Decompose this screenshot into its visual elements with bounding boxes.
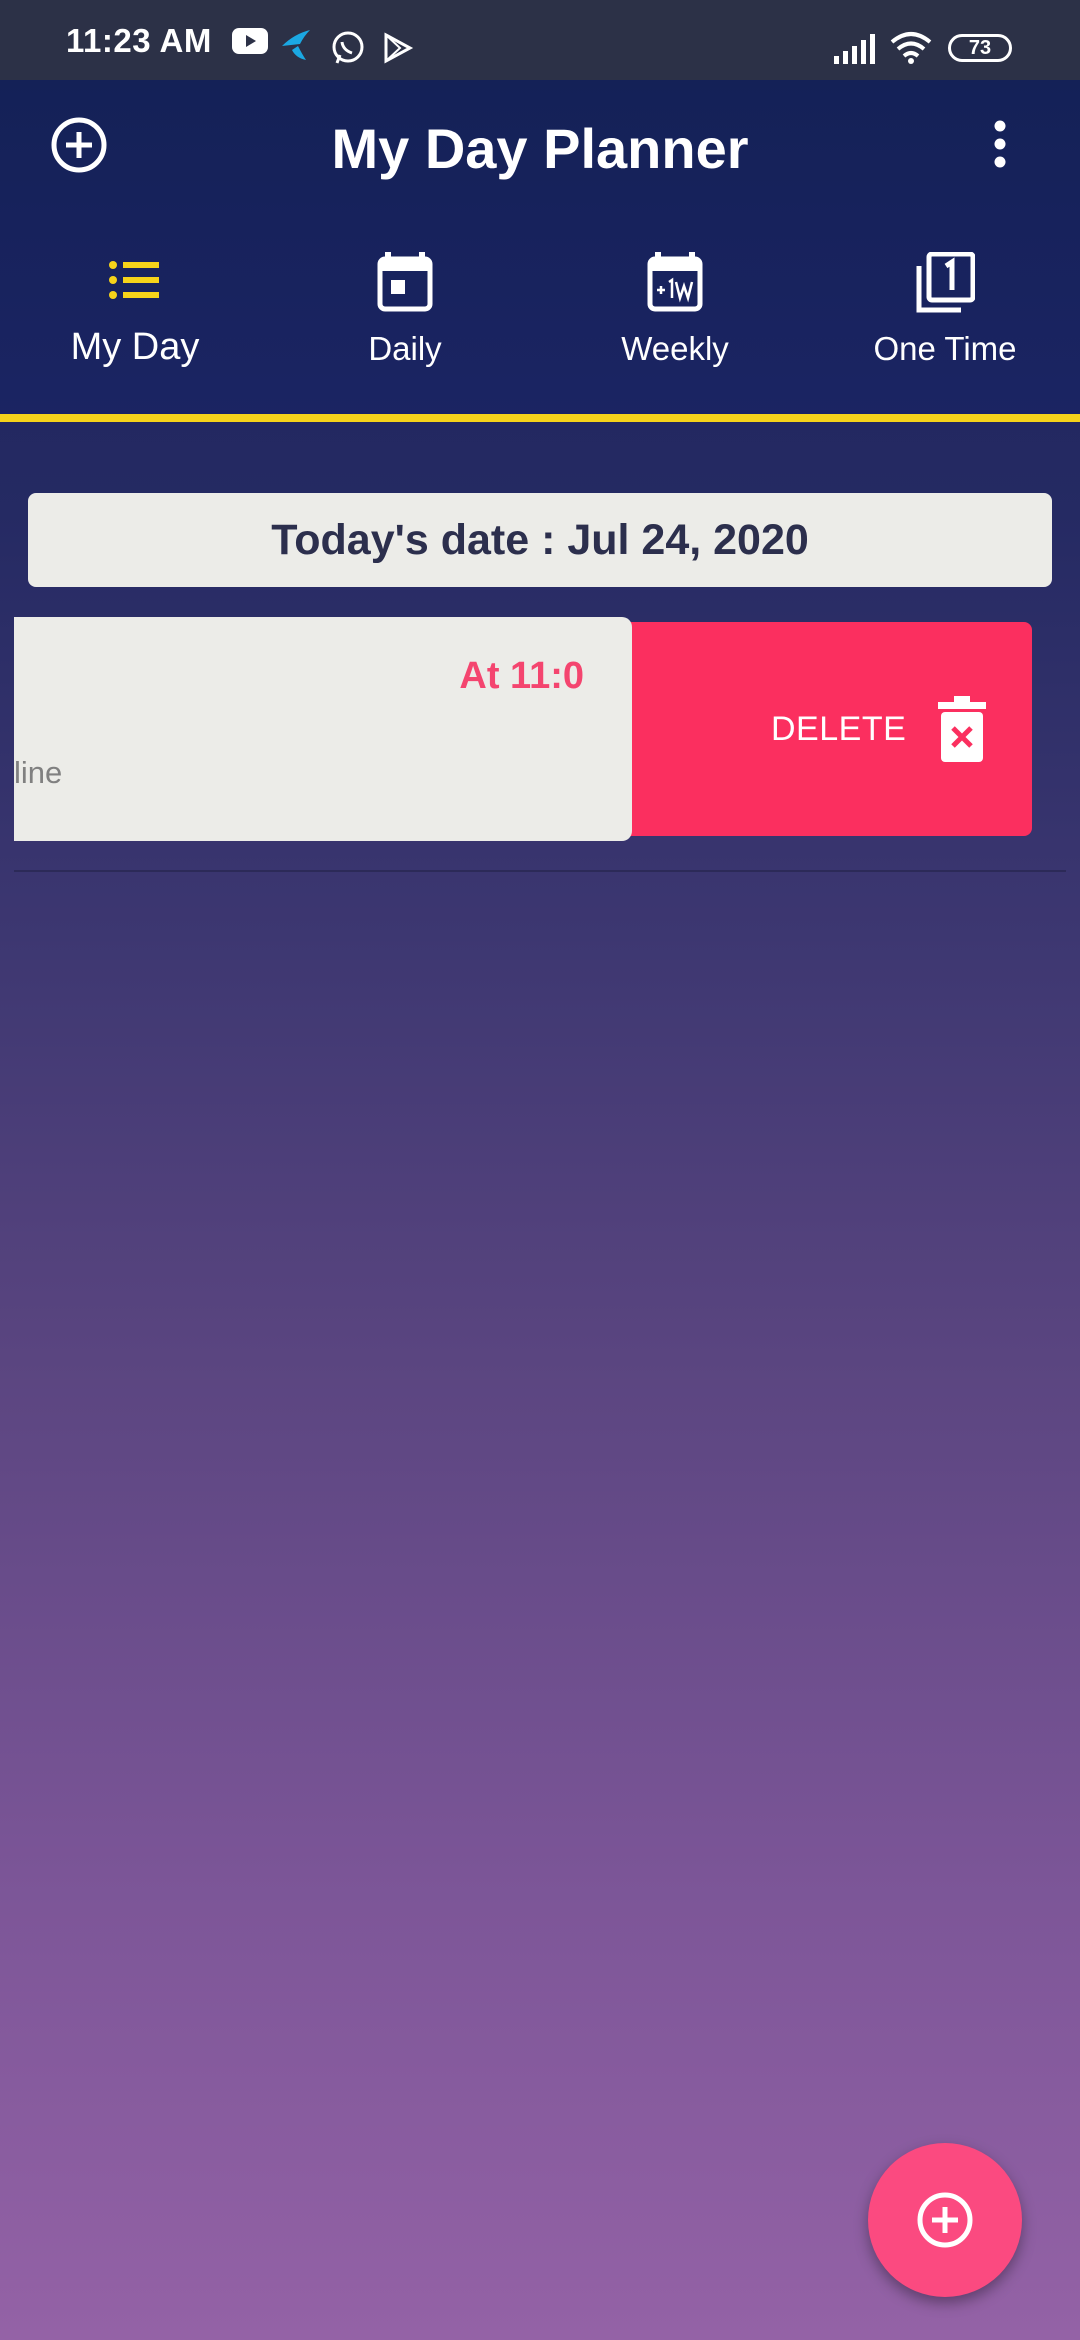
tab-weekly[interactable]: Weekly <box>540 252 810 422</box>
calendar-today-icon <box>377 252 433 312</box>
telenor-icon <box>282 30 310 60</box>
add-circle-icon <box>917 2192 973 2248</box>
page-title: My Day Planner <box>331 117 749 180</box>
status-bar: 11:23 AM 73 <box>0 0 1080 80</box>
play-store-icon <box>384 32 414 64</box>
app-bar: My Day Planner My Day Daily Weekly One T… <box>0 80 1080 422</box>
delete-label: DELETE <box>771 710 907 748</box>
date-banner: Today's date : Jul 24, 2020 <box>28 493 1052 587</box>
tab-one-time[interactable]: One Time <box>810 252 1080 422</box>
add-task-fab[interactable] <box>868 2143 1022 2297</box>
tab-my-day[interactable]: My Day <box>0 252 270 422</box>
signal-icon <box>834 34 875 64</box>
whatsapp-icon <box>332 31 364 64</box>
more-vert-icon[interactable] <box>988 118 1012 172</box>
tab-label: Daily <box>368 330 442 367</box>
youtube-icon <box>232 28 268 54</box>
filter-1-icon <box>916 252 975 313</box>
wifi-icon <box>890 32 932 64</box>
task-card[interactable]: At 11:0 line <box>14 617 632 841</box>
tab-label: One Time <box>873 330 1017 367</box>
tab-label: Weekly <box>621 330 729 367</box>
tab-indicator <box>0 414 1080 422</box>
task-time: At 11:0 <box>459 655 584 697</box>
list-divider <box>14 870 1066 872</box>
task-subtitle: line <box>14 755 63 790</box>
list-icon <box>109 261 159 299</box>
delete-icon <box>938 696 986 762</box>
battery-indicator: 73 <box>948 34 1012 62</box>
tab-label: My Day <box>70 326 200 368</box>
status-time: 11:23 AM <box>66 22 212 59</box>
calendar-plus-1w-icon <box>647 252 703 312</box>
tab-daily[interactable]: Daily <box>270 252 540 422</box>
